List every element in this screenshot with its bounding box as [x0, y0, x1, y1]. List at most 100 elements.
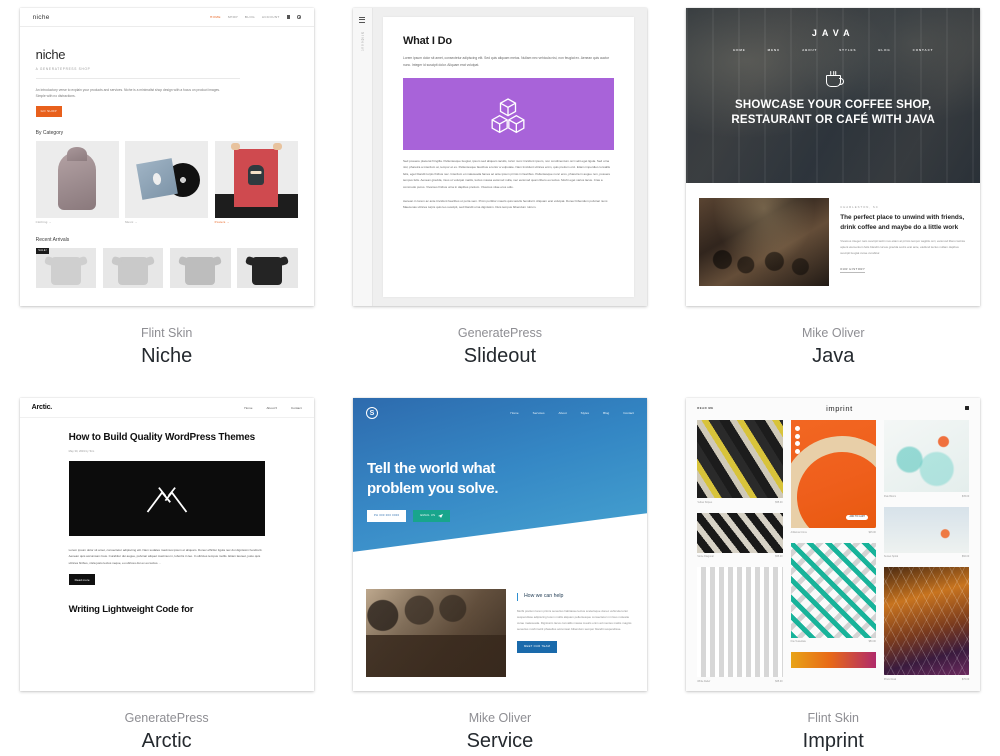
theme-name[interactable]: Niche	[141, 342, 192, 371]
theme-caption: Mike Oliver Java	[802, 325, 865, 371]
search-icon[interactable]	[297, 15, 301, 19]
divider	[35, 78, 240, 79]
arctic-heading[interactable]: How to Build Quality WordPress Themes	[69, 431, 265, 445]
category-label[interactable]: Clothing →	[36, 220, 119, 224]
theme-preview-niche[interactable]: niche HOME SHOP BLOG ACCOUNT niche A GEN…	[19, 8, 314, 306]
product-card[interactable]: Yellow Stripes $55.00	[697, 420, 783, 504]
product-thumb[interactable]	[237, 248, 298, 289]
java-nav-contact[interactable]: CONTACT	[913, 48, 934, 52]
theme-preview-java[interactable]: JAVA HOME MENU ABOUT STYLES BLOG CONTACT…	[686, 8, 981, 306]
send-icon	[437, 513, 443, 518]
product-image	[790, 652, 876, 668]
product-card[interactable]: White Relief $65.00	[697, 567, 783, 683]
niche-menu: HOME SHOP BLOG ACCOUNT	[210, 15, 301, 19]
theme-card-imprint[interactable]: READ ME imprint Yellow Stripes $55.00 St…	[667, 390, 1000, 756]
theme-preview-slideout[interactable]: Slideout What I Do Lorem ipsum dolor sit…	[352, 8, 647, 306]
java-history-link[interactable]: OUR HISTORY	[840, 268, 866, 274]
arctic-feature-block	[68, 461, 265, 537]
cart-icon[interactable]	[286, 15, 291, 19]
niche-nav-account[interactable]: ACCOUNT	[262, 15, 280, 19]
product-caption: Pale Bloom $35.00	[884, 495, 969, 498]
java-nav-styles[interactable]: STYLES	[839, 48, 856, 52]
service-phone-button[interactable]: PH 000 000 0000	[366, 509, 407, 522]
theme-name[interactable]: Service	[467, 727, 534, 756]
arctic-next-heading[interactable]: Writing Lightweight Code for	[69, 604, 265, 615]
service-team-button[interactable]: MEET OUR TEAM	[516, 641, 558, 653]
product-card[interactable]: Prism Dusk $70.00	[883, 567, 970, 681]
theme-card-arctic[interactable]: Arctic. Home About ▾ Contact How to Buil…	[0, 390, 333, 756]
arctic-read-more-button[interactable]: Read more	[68, 574, 96, 586]
product-card[interactable]: Pale Bloom $35.00	[883, 420, 970, 498]
niche-nav-blog[interactable]: BLOG	[245, 15, 255, 19]
java-nav-blog[interactable]: BLOG	[878, 48, 890, 52]
service-photo	[365, 589, 506, 677]
service-email-button[interactable]: EMAIL US	[413, 509, 450, 522]
theme-caption: GeneratePress Arctic	[125, 710, 209, 756]
category-label[interactable]: Music →	[125, 220, 208, 224]
category-posters[interactable]: Posters →	[214, 140, 298, 224]
service-nav-services[interactable]: Services	[533, 411, 545, 415]
theme-caption: Flint Skin Niche	[141, 325, 192, 371]
service-nav-about[interactable]: About	[559, 411, 567, 415]
niche-shop-button[interactable]: GO SHOP	[35, 106, 62, 117]
theme-author: Mike Oliver	[801, 326, 865, 340]
product-price: $35.00	[961, 494, 970, 498]
arctic-nav-contact[interactable]: Contact	[291, 406, 302, 410]
product-card[interactable]: Sunset Spiral $60.00	[883, 506, 970, 558]
service-section-heading: How we can help	[516, 593, 634, 601]
theme-name[interactable]: Imprint	[803, 727, 864, 756]
product-image	[697, 512, 783, 553]
product-thumb[interactable]	[102, 248, 164, 289]
theme-name[interactable]: Java	[802, 342, 865, 371]
theme-name[interactable]: Slideout	[458, 342, 542, 371]
service-help-section: How we can help Morbi pretium lorem prim…	[353, 573, 647, 677]
theme-caption: Flint Skin Imprint	[803, 710, 864, 756]
slideout-site: Slideout What I Do Lorem ipsum dolor sit…	[352, 8, 647, 306]
theme-card-java[interactable]: JAVA HOME MENU ABOUT STYLES BLOG CONTACT…	[667, 0, 1000, 390]
java-nav-menu[interactable]: MENU	[768, 48, 780, 52]
product-card[interactable]	[790, 652, 876, 668]
slideout-body-2: Aenean in lorem ac ante tincidunt faucib…	[402, 199, 609, 210]
category-music[interactable]: Music →	[125, 140, 209, 224]
category-label[interactable]: Posters →	[215, 220, 298, 224]
niche-nav-home[interactable]: HOME	[210, 15, 221, 19]
product-caption: Stone Diagonal $55.00	[697, 555, 782, 558]
service-heading-line-1: Tell the world what	[366, 460, 496, 477]
product-image	[697, 567, 783, 677]
service-nav-contact[interactable]: Contact	[623, 411, 634, 415]
slideout-heading: What I Do	[402, 35, 452, 47]
hamburger-icon[interactable]	[359, 17, 366, 24]
java-nav-about[interactable]: ABOUT	[802, 48, 817, 52]
theme-preview-arctic[interactable]: Arctic. Home About ▾ Contact How to Buil…	[19, 398, 314, 692]
theme-preview-imprint[interactable]: READ ME imprint Yellow Stripes $55.00 St…	[686, 398, 981, 692]
product-image	[697, 420, 783, 498]
theme-card-service[interactable]: S Home Services About Styles Blog Contac…	[333, 390, 666, 756]
theme-caption: Mike Oliver Service	[467, 710, 534, 756]
product-card[interactable]: Kite Tessellate $50.00	[790, 542, 876, 643]
theme-card-niche[interactable]: niche HOME SHOP BLOG ACCOUNT niche A GEN…	[0, 0, 333, 390]
java-nav-home[interactable]: HOME	[733, 48, 746, 52]
service-nav-home[interactable]: Home	[510, 411, 518, 415]
crossed-tools-icon	[146, 486, 187, 513]
category-clothing[interactable]: Clothing →	[35, 140, 119, 224]
product-card[interactable]: ADD TO CART Arillanna Citrus $45.00	[790, 420, 876, 534]
arctic-nav-about[interactable]: About ▾	[266, 406, 277, 410]
social-icons[interactable]	[794, 426, 800, 454]
cart-icon[interactable]	[965, 406, 970, 410]
product-card[interactable]: Stone Diagonal $55.00	[697, 512, 783, 558]
niche-nav-shop[interactable]: SHOP	[228, 15, 238, 19]
imprint-read-me-link[interactable]: READ ME	[697, 406, 713, 410]
theme-preview-service[interactable]: S Home Services About Styles Blog Contac…	[352, 398, 647, 692]
java-hero-heading: SHOWCASE YOUR COFFEE SHOP, RESTAURANT OR…	[686, 98, 980, 128]
theme-author: Flint Skin	[140, 326, 193, 340]
product-thumb[interactable]	[169, 248, 231, 289]
arctic-nav-home[interactable]: Home	[244, 406, 252, 410]
niche-heading: niche	[35, 47, 66, 62]
theme-card-slideout[interactable]: Slideout What I Do Lorem ipsum dolor sit…	[333, 0, 666, 390]
service-nav-blog[interactable]: Blog	[603, 411, 609, 415]
product-thumb[interactable]: SALE!	[35, 248, 97, 289]
service-nav-styles[interactable]: Styles	[581, 411, 589, 415]
theme-name[interactable]: Arctic	[125, 727, 209, 756]
product-caption: Kite Tessellate $50.00	[791, 640, 876, 643]
product-caption: Sunset Spiral $60.00	[884, 555, 969, 558]
